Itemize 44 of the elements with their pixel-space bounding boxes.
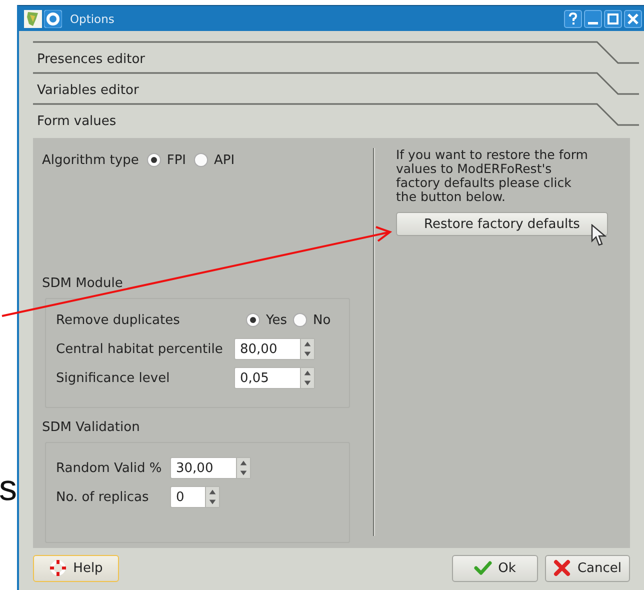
mouse-pointer-icon [590,224,608,248]
lifebuoy-icon [49,559,68,577]
cancel-button[interactable]: Cancel [545,554,630,582]
radio-button[interactable] [246,313,260,327]
field-label: Central habitat percentile [56,342,224,356]
close-icon[interactable] [624,10,642,28]
section-tab[interactable]: Form values [33,103,639,134]
spin-box[interactable]: 30,00 [170,457,251,479]
minimize-icon[interactable] [584,10,602,28]
radio-button[interactable] [146,153,161,167]
radio-button[interactable] [194,153,208,167]
stepper-arrows-icon [236,458,250,478]
spin-box[interactable]: 0 [170,486,220,508]
radio-label: Yes [266,312,287,328]
cross-icon [553,559,572,577]
map-icon [24,10,42,28]
instruction-text: If you want to restore the form values to ModERFoRest's factory defaults please click the button below. [396,148,589,204]
field-label: Significance level [56,370,171,386]
group-title: SDM Module [42,276,124,293]
radio-label: No [313,312,331,328]
help-button[interactable]: Help [33,554,119,582]
section-tab[interactable]: Presences editor [33,41,639,72]
checkmark-icon [474,559,492,577]
stepper-arrows-icon [300,368,314,388]
section-tab[interactable]: Variables editor [33,72,639,103]
radio-label: FPI [166,152,186,168]
field-label: Remove duplicates [56,312,181,328]
stepper-arrows-icon [205,487,219,507]
background-text: s [0,468,17,508]
field-label: No. of replicas [56,490,150,504]
restore-defaults-button[interactable]: Restore factory defaults [396,212,608,236]
lifebuoy-icon [44,10,62,28]
window-title: Options [70,12,116,26]
spin-box[interactable]: 80,00 [234,338,315,360]
field-label: Algorithm type [42,152,139,168]
spin-box[interactable]: 0,05 [234,367,315,389]
stepper-arrows-icon [300,339,314,359]
help-icon[interactable] [564,10,582,28]
maximize-icon[interactable] [604,10,622,28]
ok-button[interactable]: Ok [452,554,538,582]
radio-label: API [214,152,235,168]
radio-button[interactable] [293,313,307,327]
group-title: SDM Validation [42,420,141,437]
field-label: Random Valid % [56,460,163,476]
